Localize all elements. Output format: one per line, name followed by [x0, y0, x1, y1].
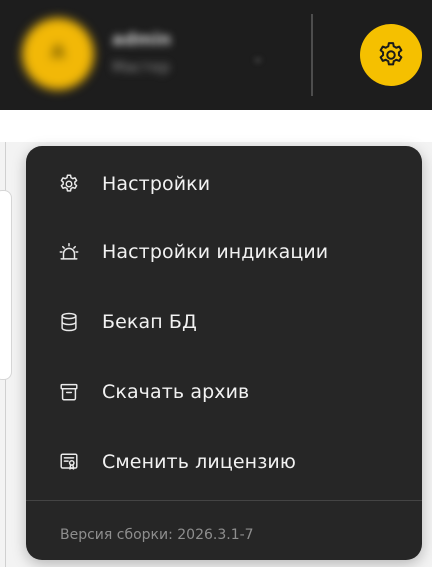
- settings-button[interactable]: [360, 24, 422, 86]
- menu-item-change-license[interactable]: Сменить лицензию: [26, 432, 422, 492]
- top-header: A admin Мастер ⌄: [0, 0, 432, 110]
- header-divider: [311, 14, 313, 96]
- menu-item-label: Настройки индикации: [102, 241, 329, 263]
- avatar-initial: A: [51, 42, 65, 63]
- menu-item-label: Настройки: [102, 173, 211, 195]
- alarm-light-icon: [58, 241, 80, 263]
- menu-item-label: Сменить лицензию: [102, 451, 296, 473]
- menu-item-indication-settings[interactable]: Настройки индикации: [26, 222, 422, 282]
- menu-item-db-backup[interactable]: Бекап БД: [26, 292, 422, 352]
- user-name[interactable]: admin: [112, 30, 171, 50]
- build-version: Версия сборки: 2026.3.1-7: [60, 527, 254, 543]
- menu-divider: [26, 500, 422, 501]
- archive-icon: [58, 381, 80, 403]
- license-icon: [58, 451, 80, 473]
- gear-icon: [58, 173, 80, 195]
- page-toolbar-strip: [0, 110, 432, 142]
- menu-item-label: Скачать архив: [102, 381, 250, 403]
- page-card-edge: [0, 190, 12, 380]
- database-icon: [58, 311, 80, 333]
- menu-item-label: Бекап БД: [102, 311, 197, 333]
- user-role: Мастер: [112, 58, 170, 76]
- chevron-down-icon[interactable]: ⌄: [252, 50, 264, 66]
- avatar[interactable]: A: [22, 18, 94, 90]
- menu-item-download-archive[interactable]: Скачать архив: [26, 362, 422, 422]
- menu-item-settings[interactable]: Настройки: [26, 154, 422, 214]
- gear-icon: [379, 42, 403, 66]
- settings-dropdown-menu: Настройки Настройки индикации Бекап БД С…: [26, 146, 422, 560]
